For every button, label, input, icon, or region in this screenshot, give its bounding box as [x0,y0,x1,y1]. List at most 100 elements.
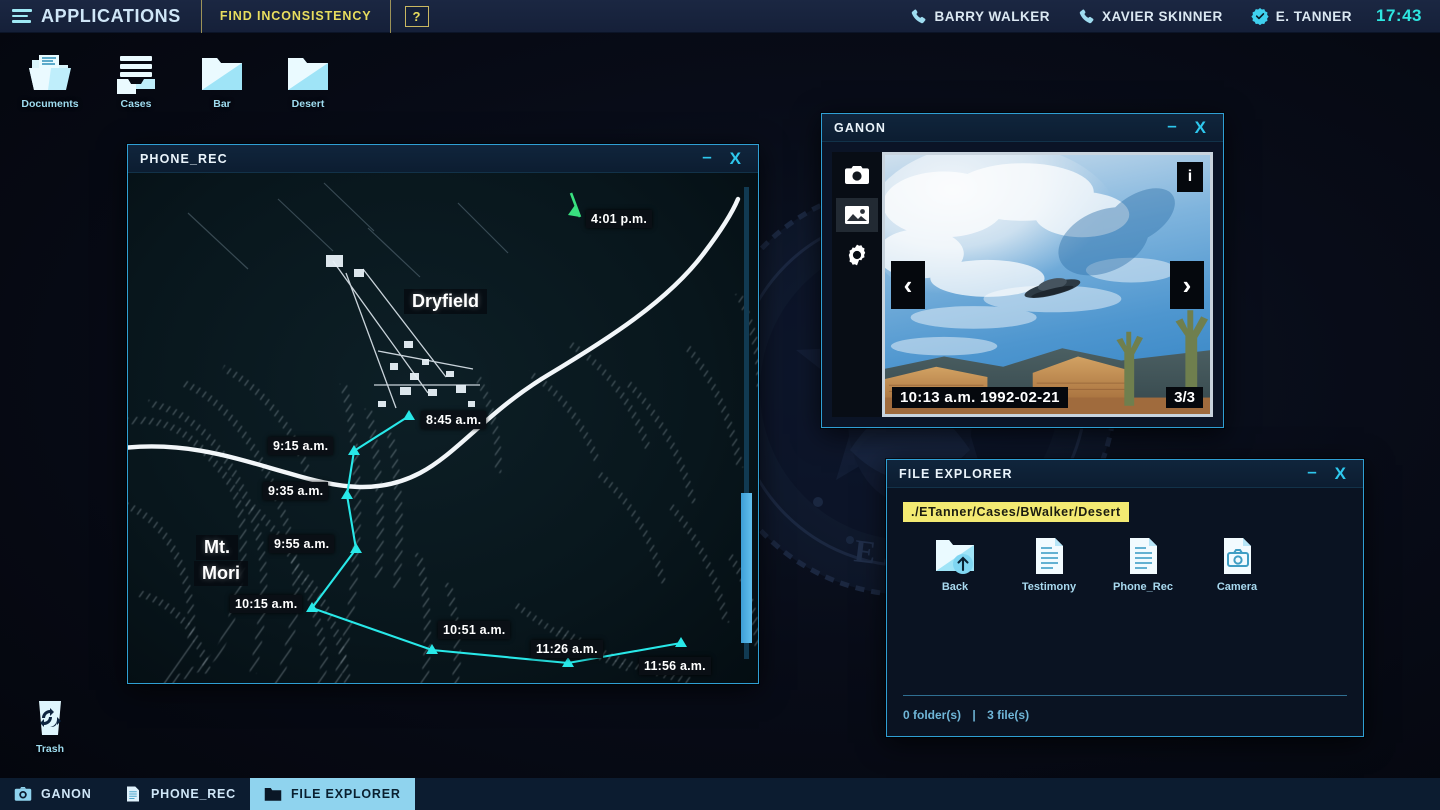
minimize-button[interactable]: – [1158,117,1185,134]
icon-label: Desert [292,98,325,110]
folder-count: 0 folder(s) [903,708,961,722]
photo-counter: 3/3 [1166,387,1203,408]
phone-icon [910,8,927,25]
document-icon [1122,536,1164,576]
desktop-icon-trash[interactable]: Trash [2,697,98,755]
folder-icon [284,52,332,94]
gear-icon [845,243,869,267]
minimize-button[interactable]: – [1298,463,1325,480]
taskbar: GANON PHONE_REC FILE EXPLORER [0,778,1440,810]
ganon-sidebar [832,152,882,417]
map-place-label-dryfield: Dryfield [404,289,487,314]
file-item-testimony[interactable]: Testimony [1013,536,1085,593]
file-explorer-body: ./ETanner/Cases/BWalker/Desert Back [887,488,1363,736]
map-ping-label-1: 8:45 a.m. [421,411,486,429]
folder-up-icon [934,536,976,576]
map-ping-label-3: 9:35 a.m. [263,482,328,500]
ganon-tab-settings[interactable] [836,238,878,272]
divider [903,695,1347,696]
taskbar-label: GANON [41,787,92,801]
file-label: Back [942,581,968,593]
close-button[interactable]: X [1186,119,1215,136]
window-title: PHONE_REC [140,152,228,166]
map-ping-label-2: 9:15 a.m. [268,437,333,455]
desktop-icon-cases[interactable]: Cases [88,52,184,110]
phone-icon [1078,8,1095,25]
taskbar-label: PHONE_REC [151,787,236,801]
taskbar-item-phone-rec[interactable]: PHONE_REC [110,778,250,810]
contact-e-tanner[interactable]: E. TANNER [1237,7,1366,25]
contact-name: BARRY WALKER [934,9,1050,24]
map-ping-label-0: 4:01 p.m. [586,210,652,228]
path-breadcrumb[interactable]: ./ETanner/Cases/BWalker/Desert [903,502,1129,522]
photo-prev-button[interactable]: ‹ [891,261,925,309]
map-ping-label-5: 10:15 a.m. [230,595,302,613]
window-title: GANON [834,121,886,135]
icon-label: Documents [21,98,78,110]
divider [201,0,202,33]
photo-timestamp: 10:13 a.m. 1992-02-21 [892,387,1068,408]
map-canvas[interactable]: Dryfield Mt. Mori 4:01 p.m. 8:45 a.m. 9:… [128,173,758,683]
cases-tray-icon [112,52,160,94]
window-title-bar[interactable]: GANON – X [822,114,1223,142]
system-clock: 17:43 [1366,6,1440,26]
desktop-icon-documents[interactable]: Documents [2,52,98,110]
contact-xavier-skinner[interactable]: XAVIER SKINNER [1064,8,1237,25]
map-place-label-mt: Mt. [196,535,238,560]
folder-icon [264,785,282,803]
hamburger-icon [12,9,32,23]
window-title-bar[interactable]: FILE EXPLORER – X [887,460,1363,488]
badge-icon [1251,7,1269,25]
desktop-screen: OF IN E SEEK Applications Find Inconsist… [0,0,1440,810]
contact-name: E. TANNER [1276,9,1352,24]
icon-label: Cases [121,98,152,110]
ganon-body: i ‹ › 10:13 a.m. 1992-02-21 3/3 [822,142,1223,427]
ganon-tab-camera[interactable] [836,158,878,192]
file-label: Camera [1217,581,1257,593]
file-item-back[interactable]: Back [919,536,991,593]
close-button[interactable]: X [1326,465,1355,482]
file-explorer-window[interactable]: FILE EXPLORER – X ./ETanner/Cases/BWalke… [886,459,1364,737]
folder-icon [198,52,246,94]
contact-name: XAVIER SKINNER [1102,9,1223,24]
file-label: Phone_Rec [1113,581,1173,593]
desktop-icon-bar[interactable]: Bar [174,52,270,110]
green-ping-marker [568,193,580,217]
documents-folder-icon [26,52,74,94]
gallery-icon [844,204,870,226]
map-ping-label-7: 11:26 a.m. [531,640,603,658]
taskbar-item-ganon[interactable]: GANON [0,778,110,810]
divider [390,0,391,33]
phone-rec-window[interactable]: PHONE_REC – X [127,144,759,684]
file-item-phone-rec[interactable]: Phone_Rec [1107,536,1179,593]
map-place-label-mori: Mori [194,561,248,586]
desktop-icon-desert[interactable]: Desert [260,52,356,110]
close-button[interactable]: X [721,150,750,167]
applications-menu-button[interactable]: Applications [0,0,201,33]
camera-file-icon [1216,536,1258,576]
photo-viewer[interactable]: i ‹ › 10:13 a.m. 1992-02-21 3/3 [882,152,1213,417]
contact-barry-walker[interactable]: BARRY WALKER [896,8,1064,25]
camera-icon [14,785,32,803]
taskbar-item-file-explorer[interactable]: FILE EXPLORER [250,778,415,810]
status-bar: 0 folder(s) | 3 file(s) [903,708,1029,722]
file-item-camera[interactable]: Camera [1201,536,1273,593]
file-label: Testimony [1022,581,1076,593]
vertical-scrollbar-thumb[interactable] [741,493,752,643]
photo-info-button[interactable]: i [1177,162,1203,192]
document-icon [1028,536,1070,576]
window-title-bar[interactable]: PHONE_REC – X [128,145,758,173]
minimize-button[interactable]: – [693,148,720,165]
help-button[interactable]: ? [405,6,429,27]
ganon-tab-gallery[interactable] [836,198,878,232]
document-icon [124,785,142,803]
window-title: FILE EXPLORER [899,467,1013,481]
taskbar-label: FILE EXPLORER [291,787,401,801]
map-ping-label-8: 11:56 a.m. [639,657,711,675]
task-objective-label: Find Inconsistency [202,9,390,23]
photo-next-button[interactable]: › [1170,261,1204,309]
map-ping-label-4: 9:55 a.m. [269,535,334,553]
top-menu-bar: Applications Find Inconsistency ? BARRY … [0,0,1440,33]
applications-label: Applications [41,6,181,27]
ganon-window[interactable]: GANON – X [821,113,1224,428]
